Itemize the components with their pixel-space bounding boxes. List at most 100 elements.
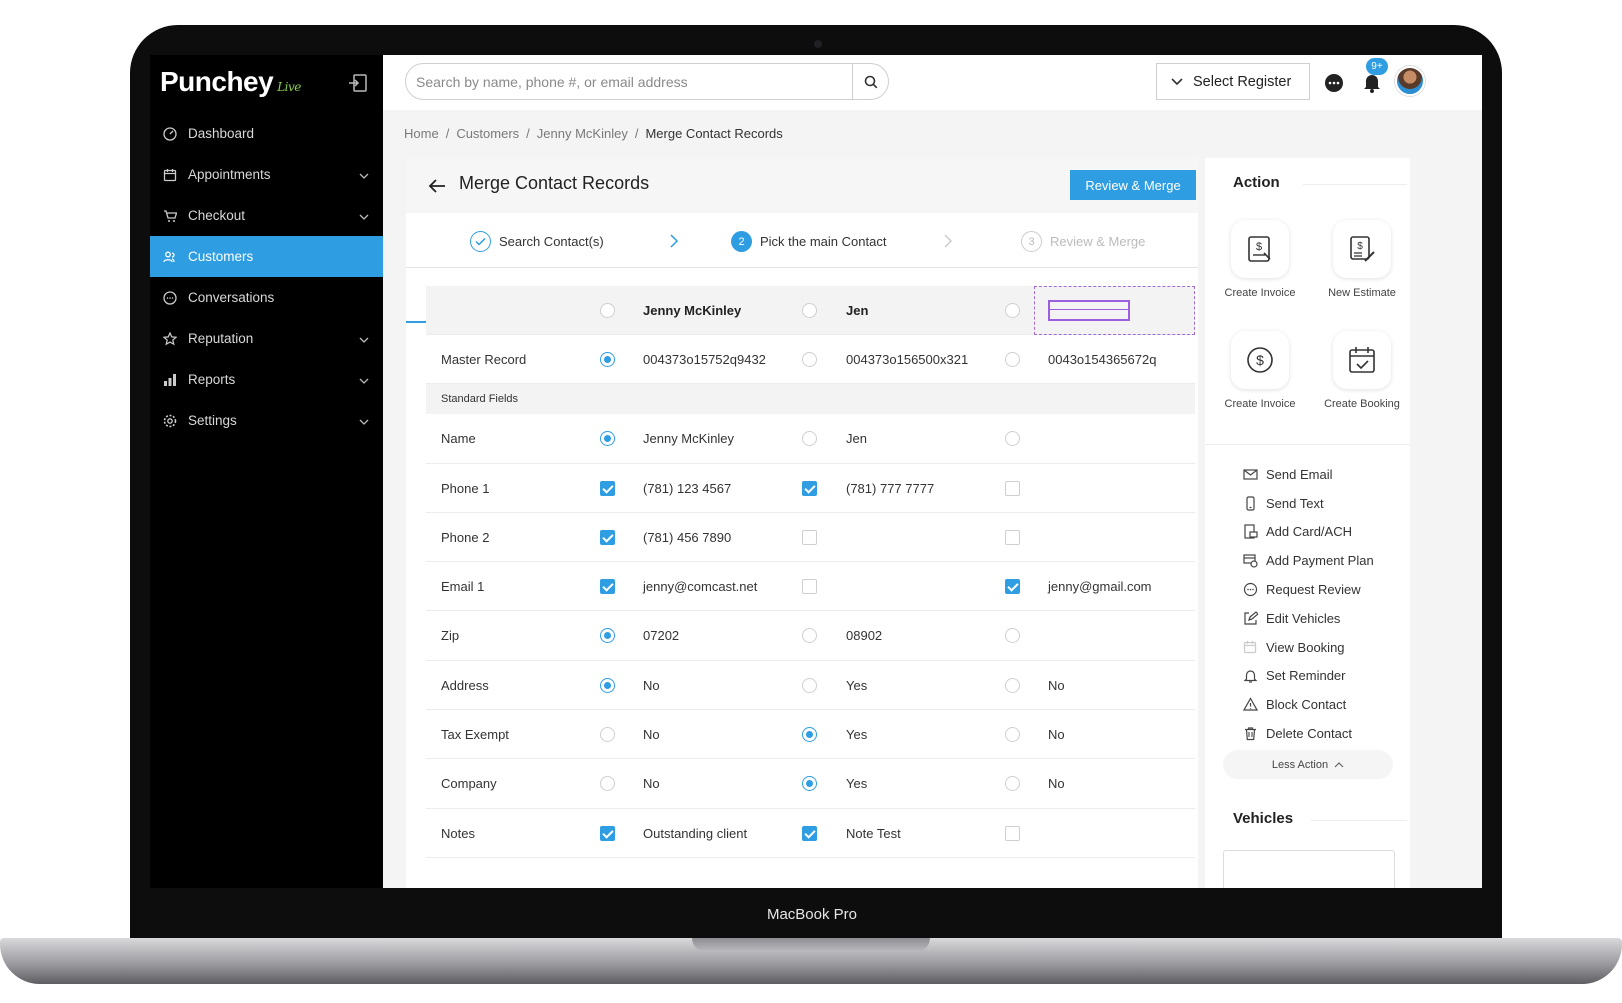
row-label: Address xyxy=(441,677,489,693)
chevron-down-icon[interactable] xyxy=(359,209,369,224)
row-label: Notes xyxy=(441,825,475,841)
brand-logo[interactable]: Punchey Live xyxy=(160,66,301,98)
select-radio[interactable] xyxy=(600,628,615,644)
action-delete-contact[interactable]: Delete Contact xyxy=(1243,719,1374,748)
sidebar-item-conversations[interactable]: Conversations xyxy=(150,277,383,318)
select-checkbox[interactable] xyxy=(802,529,817,545)
select-radio[interactable] xyxy=(802,727,817,743)
breadcrumb-link[interactable]: Home xyxy=(404,126,439,141)
chevron-down-icon[interactable] xyxy=(359,373,369,388)
sidebar-item-reputation[interactable]: Reputation xyxy=(150,318,383,359)
select-radio[interactable] xyxy=(802,677,817,693)
select-radio[interactable] xyxy=(600,776,615,792)
select-radio[interactable] xyxy=(1005,352,1020,367)
star-icon xyxy=(162,331,178,347)
select-radio[interactable] xyxy=(802,776,817,792)
breadcrumb-separator: / xyxy=(634,126,639,141)
chat-icon[interactable] xyxy=(1323,72,1345,94)
search-input[interactable] xyxy=(416,71,846,93)
select-radio[interactable] xyxy=(1005,727,1020,743)
breadcrumb-link[interactable]: Customers xyxy=(456,126,519,141)
select-radio[interactable] xyxy=(600,303,615,318)
select-radio[interactable] xyxy=(802,431,817,447)
step-search-contacts[interactable]: Search Contact(s) xyxy=(470,231,604,252)
select-checkbox[interactable] xyxy=(802,480,817,496)
select-checkbox[interactable] xyxy=(600,480,615,496)
review-icon xyxy=(1243,582,1258,597)
row-label: Zip xyxy=(441,628,460,644)
top-bar: Select Register 9+ xyxy=(383,55,1482,110)
avatar[interactable] xyxy=(1395,66,1425,96)
sidebar-item-dashboard[interactable]: Dashboard xyxy=(150,113,383,154)
sidebar-item-checkout[interactable]: Checkout xyxy=(150,195,383,236)
tile-create-invoice-2[interactable]: $ Create Invoice xyxy=(1215,331,1305,413)
chevron-down-icon[interactable] xyxy=(359,332,369,347)
action-add-card-ach[interactable]: Add Card/ACH xyxy=(1243,518,1374,547)
select-checkbox[interactable] xyxy=(802,825,817,841)
action-request-review[interactable]: Request Review xyxy=(1243,575,1374,604)
select-radio[interactable] xyxy=(600,727,615,743)
step-label: Search Contact(s) xyxy=(499,234,604,249)
select-radio[interactable] xyxy=(600,431,615,447)
review-merge-button[interactable]: Review & Merge xyxy=(1070,170,1196,200)
laptop-notch xyxy=(692,938,930,952)
breadcrumb-link[interactable]: Jenny McKinley xyxy=(537,126,628,141)
sidebar-item-customers[interactable]: Customers xyxy=(150,236,383,277)
select-checkbox[interactable] xyxy=(600,825,615,841)
breadcrumb-separator: / xyxy=(526,126,530,141)
action-send-text[interactable]: Send Text xyxy=(1243,489,1374,518)
select-radio[interactable] xyxy=(1005,628,1020,644)
action-set-reminder[interactable]: Set Reminder xyxy=(1243,662,1374,691)
action-edit-vehicles[interactable]: Edit Vehicles xyxy=(1243,604,1374,633)
collapse-sidebar-icon[interactable] xyxy=(348,73,368,93)
chevron-down-icon[interactable] xyxy=(359,414,369,429)
select-checkbox[interactable] xyxy=(1005,480,1020,496)
select-radio[interactable] xyxy=(802,303,817,318)
select-radio[interactable] xyxy=(802,628,817,644)
chevron-right-icon xyxy=(944,234,953,248)
select-checkbox[interactable] xyxy=(1005,529,1020,545)
select-radio[interactable] xyxy=(1005,776,1020,792)
select-radio[interactable] xyxy=(600,677,615,693)
section-header: Standard Fields xyxy=(426,384,1195,415)
contact-name-header: Jen xyxy=(846,303,869,318)
select-checkbox[interactable] xyxy=(1005,825,1020,841)
select-radio[interactable] xyxy=(1005,303,1020,318)
select-register-dropdown[interactable]: Select Register xyxy=(1156,63,1310,100)
step-pick-main-contact[interactable]: 2 Pick the main Contact xyxy=(731,231,886,252)
select-radio[interactable] xyxy=(1005,431,1020,447)
action-send-email[interactable]: Send Email xyxy=(1243,460,1374,489)
select-checkbox[interactable] xyxy=(802,579,817,595)
dashboard-icon xyxy=(162,126,178,142)
step-label: Pick the main Contact xyxy=(760,234,887,249)
step-review-merge[interactable]: 3 Review & Merge xyxy=(1021,231,1145,252)
step-number: 3 xyxy=(1021,231,1042,252)
sidebar-item-appointments[interactable]: Appointments xyxy=(150,154,383,195)
merge-table: Jenny McKinley Jen Master Record 004373o157… xyxy=(426,286,1195,858)
search-button[interactable] xyxy=(852,64,888,99)
sidebar-item-reports[interactable]: Reports xyxy=(150,359,383,400)
select-checkbox[interactable] xyxy=(600,579,615,595)
less-action-label: Less Action xyxy=(1271,758,1329,771)
action-block-contact[interactable]: Block Contact xyxy=(1243,690,1374,719)
chevron-down-icon[interactable] xyxy=(359,168,369,183)
sidebar-item-settings[interactable]: Settings xyxy=(150,400,383,441)
empty-contact-slot[interactable] xyxy=(1034,286,1195,335)
select-checkbox[interactable] xyxy=(600,529,615,545)
table-row-phone-1: Phone 1 (781) 123 4567 (781) 777 7777 xyxy=(426,464,1195,513)
select-radio[interactable] xyxy=(600,352,615,367)
tile-create-invoice[interactable]: $ Create Invoice xyxy=(1215,220,1305,302)
select-checkbox[interactable] xyxy=(1005,579,1020,595)
action-label: Request Review xyxy=(1266,582,1361,598)
back-arrow-icon[interactable] xyxy=(426,175,448,197)
less-action-button[interactable]: Less Action xyxy=(1223,750,1393,779)
tile-create-booking[interactable]: Create Booking xyxy=(1317,331,1407,413)
payment-plan-icon xyxy=(1243,553,1258,568)
action-view-booking[interactable]: View Booking xyxy=(1243,633,1374,662)
select-radio[interactable] xyxy=(802,352,817,367)
action-add-payment-plan[interactable]: Add Payment Plan xyxy=(1243,546,1374,575)
tile-label: New Estimate xyxy=(1328,287,1396,299)
field-value: Yes xyxy=(846,677,868,693)
select-radio[interactable] xyxy=(1005,677,1020,693)
tile-new-estimate[interactable]: $ New Estimate xyxy=(1317,220,1407,302)
